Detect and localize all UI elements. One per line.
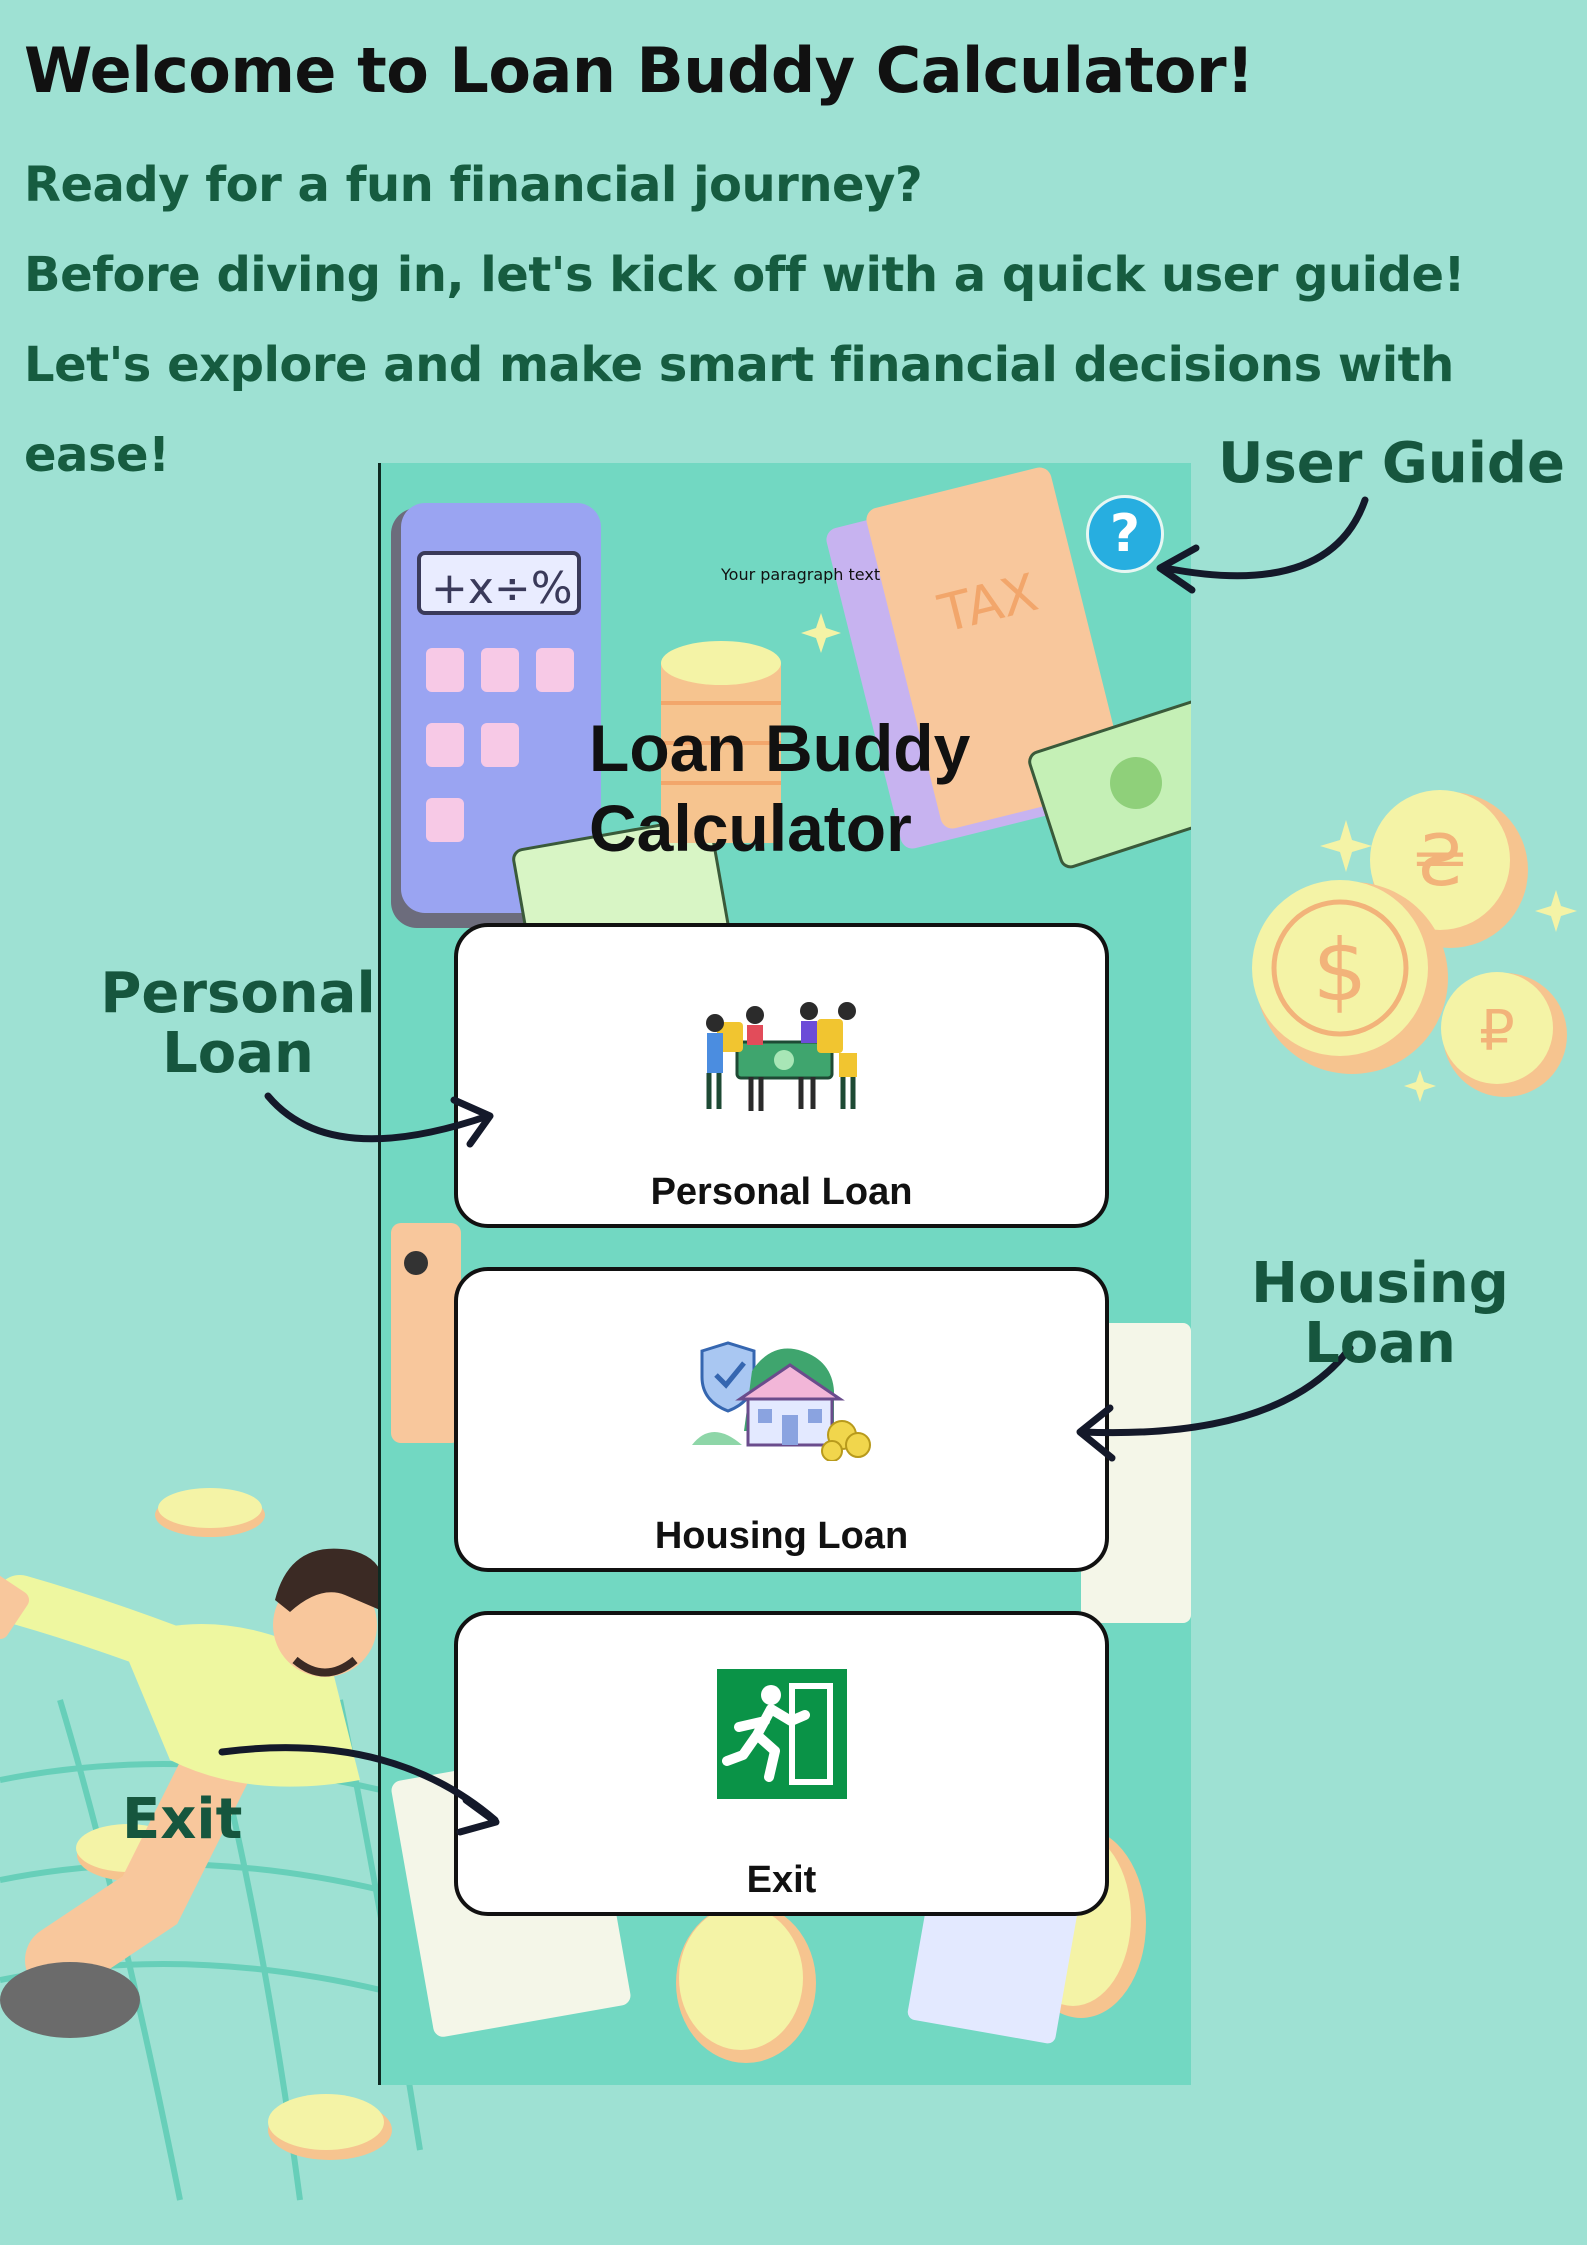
intro-line: Ready for a fun financial journey? [24, 157, 923, 213]
exit-button[interactable]: Exit [454, 1611, 1109, 1916]
svg-text:$: $ [1313, 921, 1368, 1021]
paragraph-placeholder-text: Your paragraph text [721, 565, 881, 584]
housing-loan-button[interactable]: Housing Loan [454, 1267, 1109, 1572]
intro-line: Before diving in, let's kick off with a … [24, 247, 1465, 303]
exit-label: Exit [746, 1859, 817, 1901]
app-screen: +x÷% TAX Your paragraph text ? Loan Budd… [378, 463, 1191, 2085]
guide-headline: Welcome to Loan Buddy Calculator! [24, 34, 1254, 107]
personal-loan-callout: Personal Loan [100, 961, 376, 1086]
personal-loan-button[interactable]: Personal Loan [454, 923, 1109, 1228]
svg-text:₴: ₴ [1413, 820, 1467, 902]
emergency-exit-icon [716, 1669, 847, 1799]
svg-text:₽: ₽ [1479, 999, 1515, 1064]
svg-text:+x÷%: +x÷% [431, 563, 573, 614]
people-holding-money-icon [705, 1002, 857, 1111]
user-guide-help-button[interactable]: ? [1086, 495, 1164, 573]
app-title: Loan Buddy Calculator [589, 711, 971, 865]
insured-house-icon [691, 1341, 871, 1461]
user-guide-callout: User Guide [1218, 431, 1565, 496]
exit-callout: Exit [122, 1787, 243, 1852]
personal-loan-label: Personal Loan [650, 1171, 913, 1213]
question-mark-icon: ? [1109, 504, 1141, 564]
gold-coins-illustration: ₴ $ ₽ [1252, 790, 1577, 1102]
housing-loan-callout: Housing Loan [1251, 1251, 1509, 1376]
housing-loan-label: Housing Loan [654, 1515, 909, 1557]
